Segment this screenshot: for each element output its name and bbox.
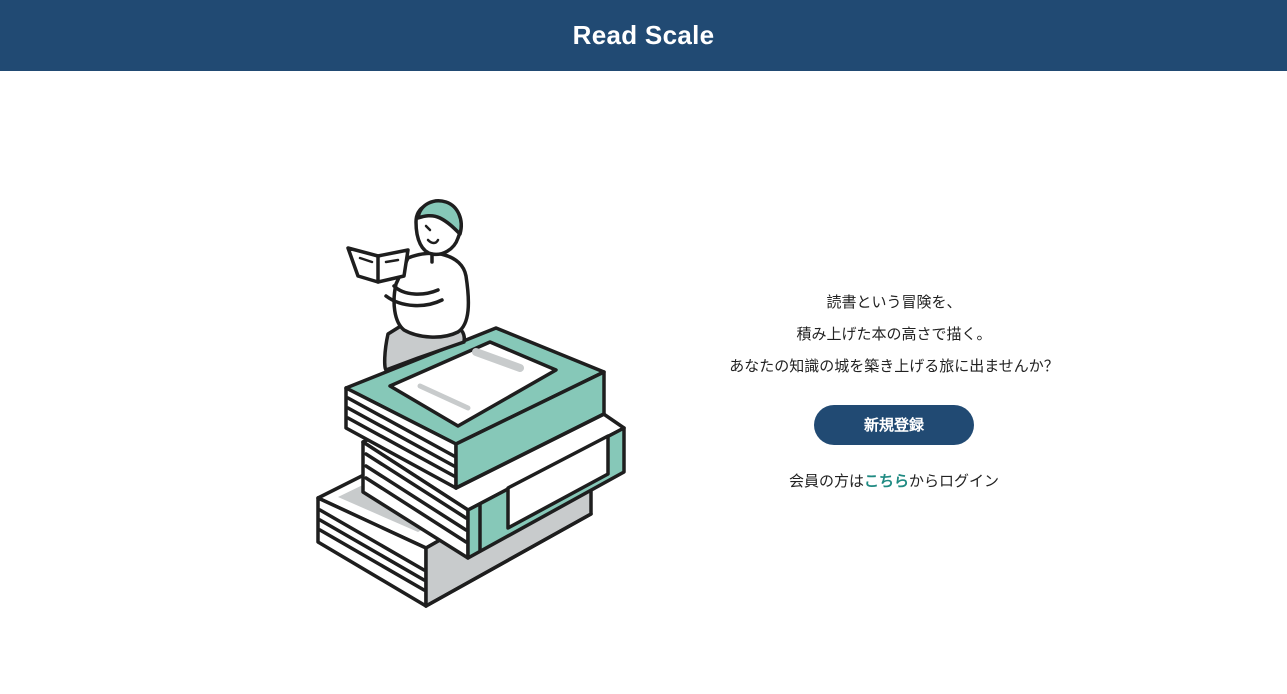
login-prefix: 会員の方は [788, 472, 864, 490]
tagline-line-1: 読書という冒険を、 [826, 293, 962, 311]
app-header: Read Scale [0, 0, 1287, 71]
login-link[interactable]: こちら [864, 472, 909, 490]
login-prompt: 会員の方はこちらからログイン [700, 471, 1088, 491]
login-suffix: からログイン [909, 472, 1000, 490]
tagline-line-3: あなたの知識の城を築き上げる旅に出ませんか？ [729, 357, 1059, 375]
hero-copy: 読書という冒険を、 積み上げた本の高さで描く。 あなたの知識の城を築き上げる旅に… [700, 286, 1088, 491]
tagline-line-2: 積み上げた本の高さで描く。 [796, 325, 992, 343]
hero-illustration [308, 192, 634, 616]
signup-button[interactable]: 新規登録 [814, 405, 974, 445]
reader-figure [346, 199, 471, 372]
app-title: Read Scale [572, 20, 715, 50]
